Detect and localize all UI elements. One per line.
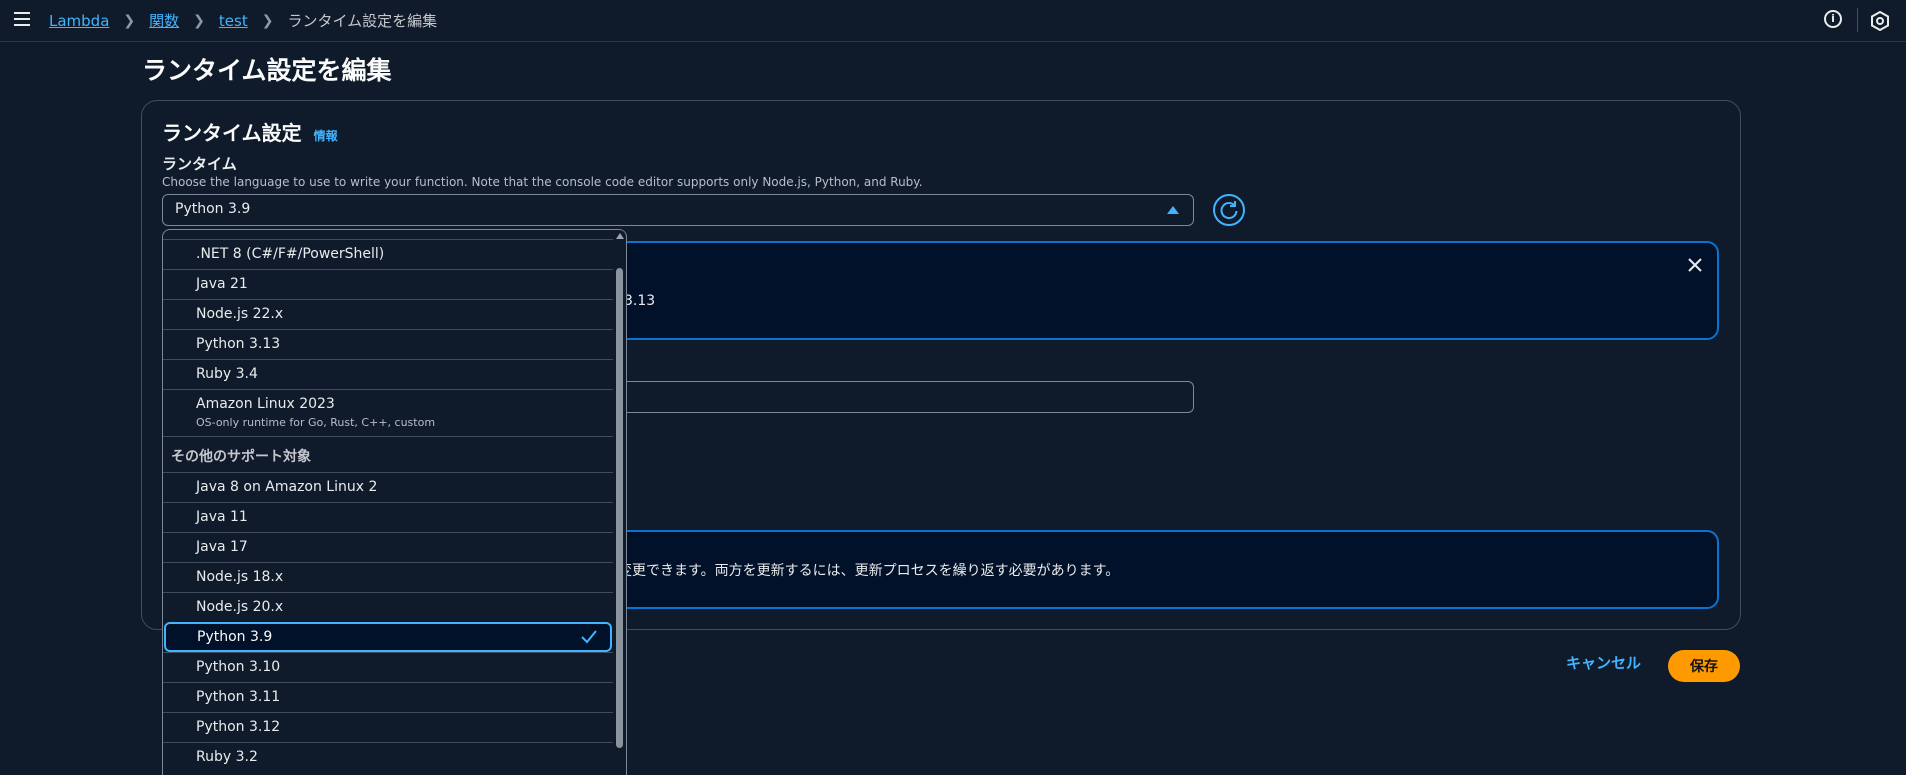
dropdown-scrollbar[interactable]	[614, 230, 625, 775]
info-link[interactable]: 情報	[314, 127, 338, 144]
option-python39[interactable]: Python 3.9	[164, 622, 612, 652]
option-label: Python 3.11	[196, 689, 281, 705]
option-description: OS-only runtime for Go, Rust, C++, custo…	[196, 416, 436, 429]
runtime-options: .NET 8 (C#/F#/PowerShell) Java 21 Node.j…	[163, 239, 613, 772]
breadcrumb-current: ランタイム設定を編集	[287, 12, 438, 30]
option-label: Node.js 20.x	[196, 599, 284, 615]
runtime-description: Choose the language to use to write your…	[162, 175, 923, 189]
runtime-select-value: Python 3.9	[175, 201, 251, 217]
option-python312[interactable]: Python 3.12	[163, 712, 613, 742]
option-label: Java 17	[196, 539, 248, 555]
option-label: Node.js 18.x	[196, 569, 284, 585]
refresh-icon	[1220, 201, 1238, 220]
option-label: .NET 8 (C#/F#/PowerShell)	[196, 246, 385, 262]
info-alert-text: 3.13	[624, 293, 656, 309]
hexagon-icon[interactable]	[1870, 11, 1890, 31]
update-info-text: 変更できます。両方を更新するには、更新プロセスを繰り返す必要があります。	[618, 563, 1120, 579]
chevron-right-icon: ❯	[193, 12, 205, 29]
option-python311[interactable]: Python 3.11	[163, 682, 613, 712]
breadcrumb-functions[interactable]: 関数	[149, 10, 179, 31]
breadcrumb-lambda[interactable]: Lambda	[49, 12, 109, 30]
container-title: ランタイム設定	[162, 121, 302, 145]
option-label: Java 21	[196, 276, 248, 292]
option-label: Python 3.10	[196, 659, 281, 675]
option-label: Python 3.12	[196, 719, 281, 735]
option-nodejs18[interactable]: Node.js 18.x	[163, 562, 613, 592]
top-navigation-bar: Lambda ❯ 関数 ❯ test ❯ ランタイム設定を編集 i	[0, 0, 1906, 42]
option-label: Ruby 3.2	[196, 749, 258, 765]
option-java11[interactable]: Java 11	[163, 502, 613, 532]
option-dotnet8[interactable]: .NET 8 (C#/F#/PowerShell)	[163, 239, 613, 269]
close-icon[interactable]	[1687, 257, 1703, 273]
container-header: ランタイム設定 情報	[162, 117, 338, 146]
page-title: ランタイム設定を編集	[142, 56, 392, 85]
option-java17[interactable]: Java 17	[163, 532, 613, 562]
option-label: Amazon Linux 2023	[196, 396, 335, 412]
toolbar-divider	[1857, 8, 1858, 32]
option-nodejs22[interactable]: Node.js 22.x	[163, 299, 613, 329]
hamburger-icon[interactable]	[14, 12, 30, 26]
breadcrumb: Lambda ❯ 関数 ❯ test ❯ ランタイム設定を編集	[49, 10, 437, 31]
group-label: その他のサポート対象	[171, 449, 311, 465]
option-label: Java 11	[196, 509, 248, 525]
option-label: Node.js 22.x	[196, 306, 284, 322]
option-java8-al2[interactable]: Java 8 on Amazon Linux 2	[163, 472, 613, 502]
check-icon	[581, 630, 597, 644]
option-group-other: その他のサポート対象	[163, 436, 613, 472]
option-python313[interactable]: Python 3.13	[163, 329, 613, 359]
breadcrumb-test[interactable]: test	[219, 12, 248, 30]
option-label: Java 8 on Amazon Linux 2	[196, 479, 378, 495]
scroll-up-arrow-icon[interactable]	[616, 233, 624, 239]
chevron-right-icon: ❯	[123, 12, 136, 29]
option-label: Python 3.9	[197, 629, 273, 645]
runtime-dropdown-list: .NET 8 (C#/F#/PowerShell) Java 21 Node.j…	[162, 229, 627, 775]
scrollbar-thumb[interactable]	[616, 268, 623, 748]
save-button[interactable]: 保存	[1668, 650, 1740, 682]
option-nodejs20[interactable]: Node.js 20.x	[163, 592, 613, 622]
option-java21[interactable]: Java 21	[163, 269, 613, 299]
option-ruby32[interactable]: Ruby 3.2	[163, 742, 613, 772]
option-amazon-linux-2023[interactable]: Amazon Linux 2023 OS-only runtime for Go…	[163, 389, 613, 436]
option-label: Python 3.13	[196, 336, 281, 352]
runtime-select[interactable]: Python 3.9	[162, 194, 1194, 226]
caret-up-icon	[1167, 206, 1179, 214]
runtime-label: ランタイム	[162, 155, 237, 173]
option-ruby34[interactable]: Ruby 3.4	[163, 359, 613, 389]
refresh-button[interactable]	[1213, 194, 1245, 226]
option-label: Ruby 3.4	[196, 366, 258, 382]
cancel-button[interactable]: キャンセル	[1560, 651, 1647, 674]
option-python310[interactable]: Python 3.10	[163, 652, 613, 682]
info-icon[interactable]: i	[1824, 10, 1842, 28]
chevron-right-icon: ❯	[261, 12, 274, 29]
